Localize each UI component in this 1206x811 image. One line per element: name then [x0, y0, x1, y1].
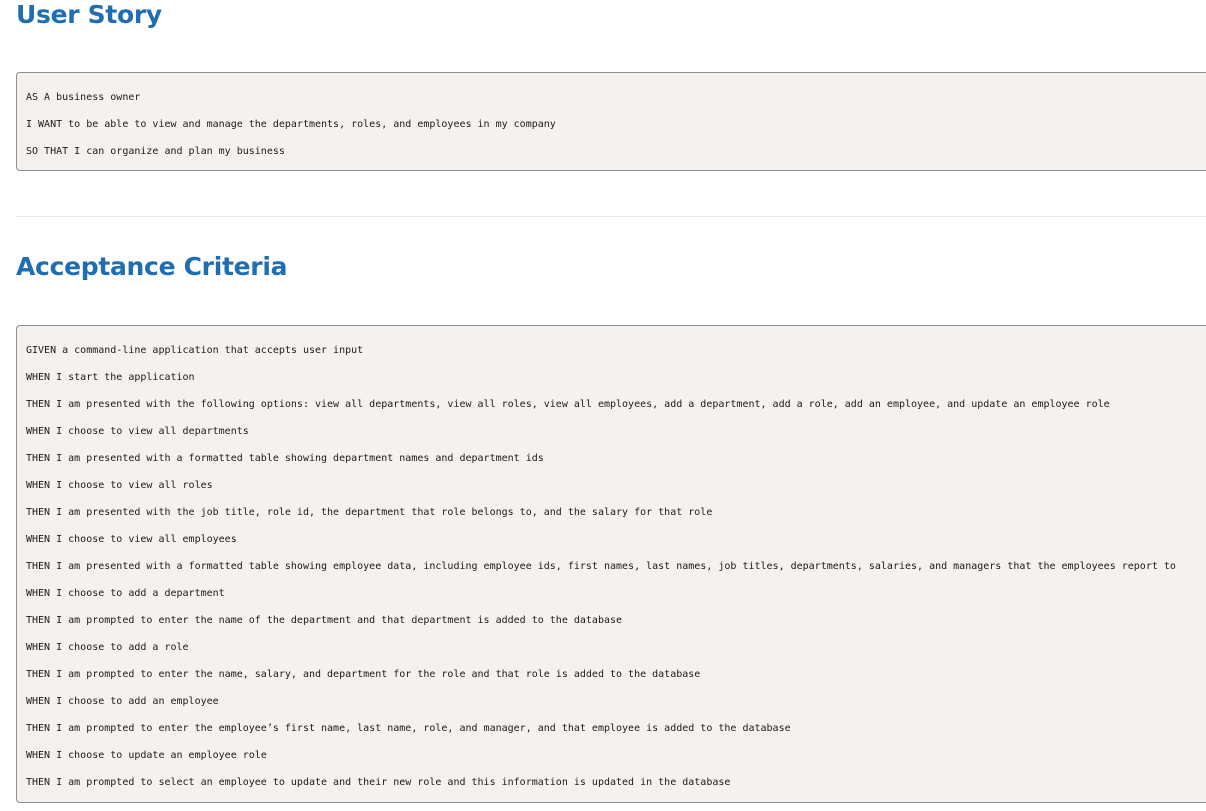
acceptance-criteria-code-block: GIVEN a command-line application that ac…	[16, 325, 1206, 803]
criteria-line: GIVEN a command-line application that ac…	[26, 345, 364, 356]
criteria-line: THEN I am presented with the job title, …	[26, 507, 713, 518]
criteria-line: THEN I am prompted to enter the name of …	[26, 615, 623, 626]
criteria-line: THEN I am presented with a formatted tab…	[26, 453, 544, 464]
user-story-code-block: AS A business owner I WANT to be able to …	[16, 72, 1206, 171]
user-story-line: I WANT to be able to view and manage the…	[26, 119, 556, 130]
criteria-line: WHEN I choose to view all employees	[26, 534, 237, 545]
criteria-line: THEN I am prompted to select an employee…	[26, 777, 731, 788]
user-story-heading: User Story	[16, 0, 162, 29]
acceptance-criteria-heading: Acceptance Criteria	[16, 252, 288, 281]
criteria-line: THEN I am prompted to enter the name, sa…	[26, 669, 701, 680]
user-story-line: SO THAT I can organize and plan my busin…	[26, 146, 285, 157]
criteria-line: WHEN I choose to add a department	[26, 588, 225, 599]
criteria-line: THEN I am prompted to enter the employee…	[26, 723, 791, 734]
criteria-line: THEN I am presented with a formatted tab…	[26, 561, 1176, 572]
criteria-line: WHEN I start the application	[26, 372, 195, 383]
criteria-line: WHEN I choose to view all roles	[26, 480, 213, 491]
criteria-line: WHEN I choose to add an employee	[26, 696, 219, 707]
criteria-line: WHEN I choose to add a role	[26, 642, 189, 653]
user-story-line: AS A business owner	[26, 92, 141, 103]
criteria-line: THEN I am presented with the following o…	[26, 399, 1110, 410]
criteria-line: WHEN I choose to view all departments	[26, 426, 249, 437]
section-divider	[16, 216, 1206, 217]
criteria-line: WHEN I choose to update an employee role	[26, 750, 267, 761]
